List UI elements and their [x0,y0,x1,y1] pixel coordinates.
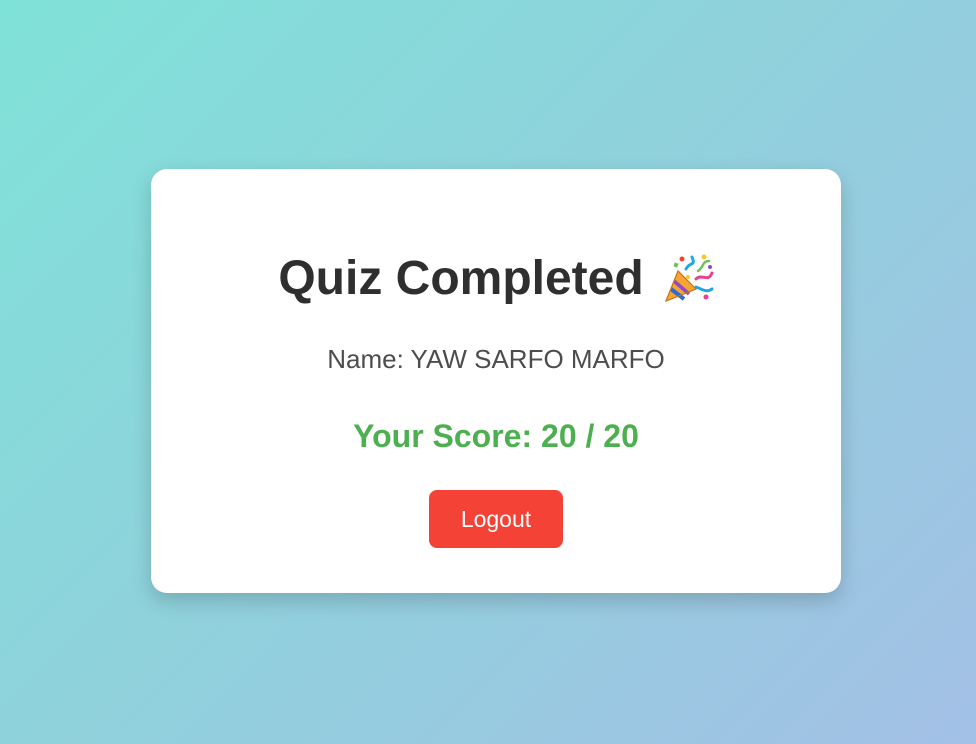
score-display: Your Score: 20 / 20 [353,418,639,454]
user-name: Name: YAW SARFO MARFO [327,344,665,374]
party-popper-icon [662,253,714,305]
logout-button[interactable]: Logout [429,490,563,548]
result-card: Quiz Completed Name: YAW SARFO MARFO You… [151,169,841,593]
page-title: Quiz Completed [278,252,644,305]
title-row: Quiz Completed [151,251,841,307]
